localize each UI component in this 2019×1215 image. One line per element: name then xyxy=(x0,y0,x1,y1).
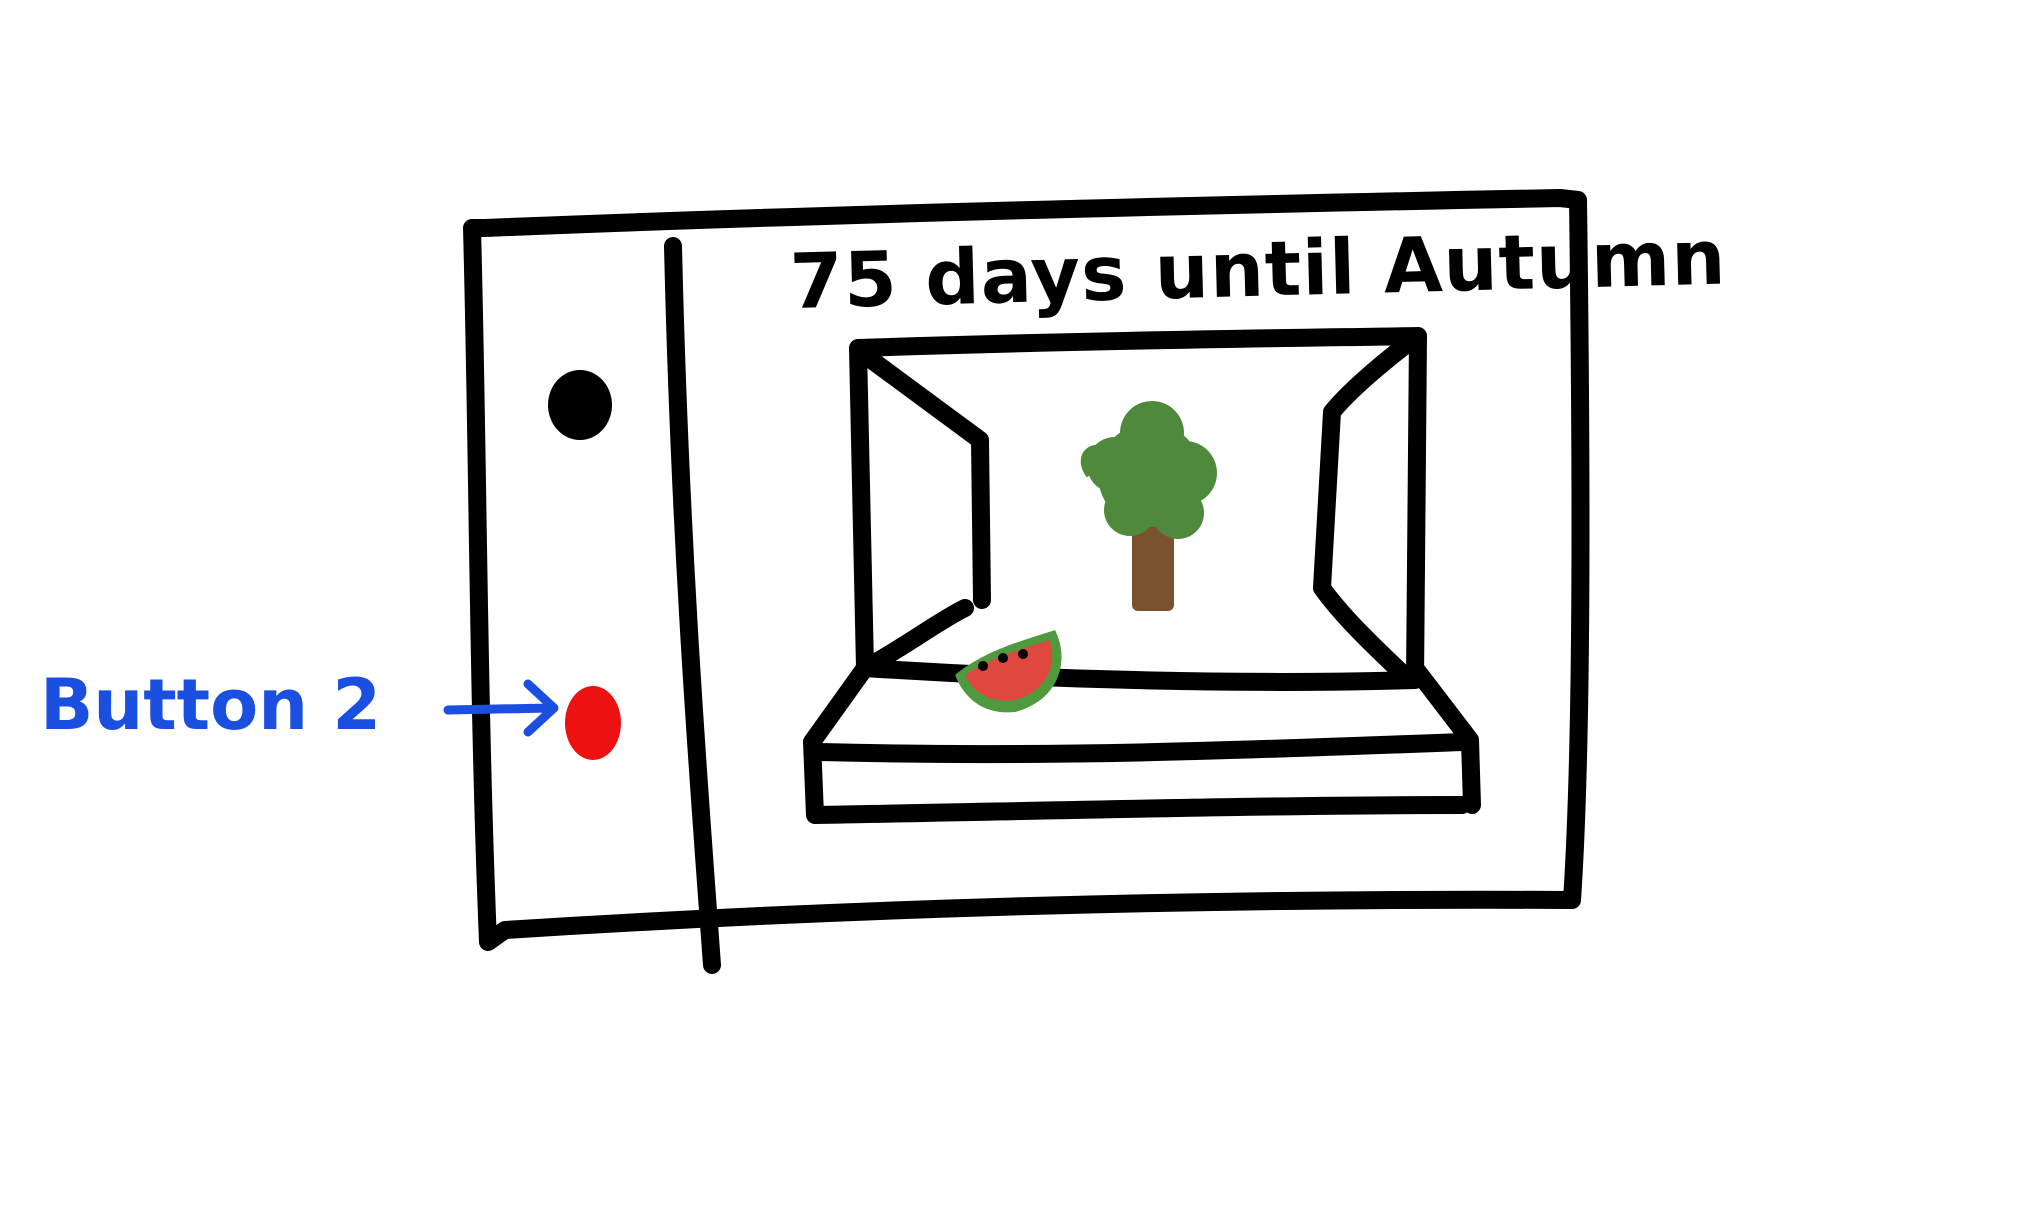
button-2[interactable] xyxy=(565,686,621,760)
arrow-icon xyxy=(443,679,559,737)
panel-divider xyxy=(664,237,721,974)
days-until-autumn-label: 75 days until Autumn xyxy=(788,212,1728,326)
tree-icon xyxy=(1080,401,1217,611)
watermelon-icon xyxy=(955,630,1062,713)
screen-right-perspective xyxy=(1313,331,1421,685)
button-2-annotation: Button 2 xyxy=(40,664,382,746)
sketch-svg xyxy=(463,189,1590,974)
sketch-canvas: 75 days until Autumn Button 2 xyxy=(0,0,2019,1211)
button-1[interactable] xyxy=(548,370,612,440)
screen-left-perspective xyxy=(849,341,991,609)
